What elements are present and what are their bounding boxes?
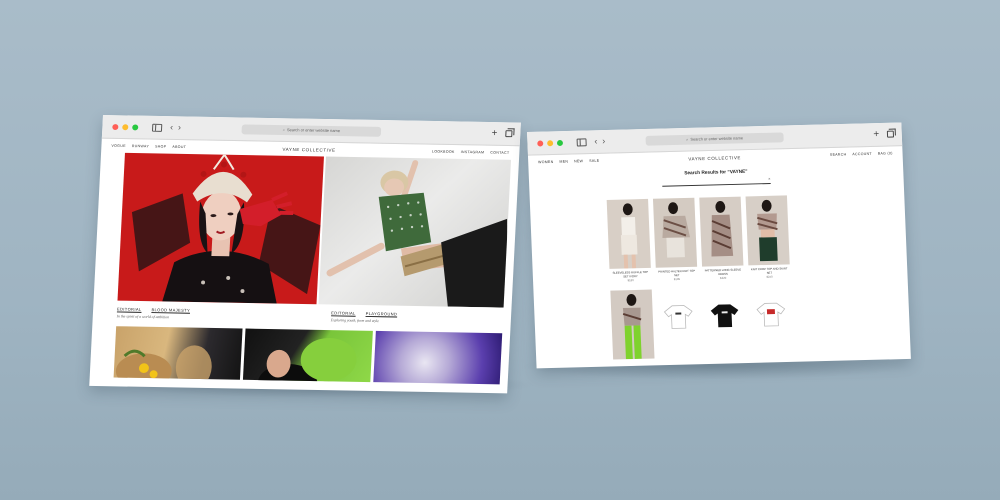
- product-card[interactable]: KNIT CROP TOP AND SKIRT SET $240: [745, 195, 791, 279]
- hero-image-red-editorial[interactable]: [117, 152, 325, 305]
- thumbnail-row: [90, 318, 511, 385]
- back-arrow-icon[interactable]: ‹: [594, 136, 597, 146]
- tab-overview-icon[interactable]: [886, 130, 895, 138]
- address-bar[interactable]: ⌕ Search or enter website name: [645, 131, 784, 146]
- product-card[interactable]: [749, 286, 793, 356]
- portrait-illustration: [131, 152, 321, 304]
- product-grid: SLEEVELESS RUFFLE TOP SET IVORY $180 PRI…: [606, 192, 911, 360]
- close-window-button[interactable]: [112, 123, 119, 130]
- tab-overview-icon[interactable]: [505, 130, 513, 138]
- nav-right-links: LOOKBOOK INSTAGRAM CONTACT: [432, 150, 510, 155]
- model-figure: [757, 199, 778, 262]
- model-illustration: [326, 160, 508, 308]
- black-tshirt-icon: [710, 304, 739, 328]
- site-logo[interactable]: VAYNE COLLECTIVE: [688, 155, 741, 161]
- window-controls: [537, 139, 564, 147]
- story-category-link[interactable]: EDITORIAL: [117, 307, 142, 312]
- site-logo[interactable]: VAYNE COLLECTIVE: [282, 146, 335, 152]
- new-tab-plus-icon[interactable]: +: [873, 129, 879, 140]
- forward-arrow-icon[interactable]: ›: [602, 136, 605, 146]
- window-controls: [112, 123, 139, 130]
- nav-link[interactable]: SEARCH: [830, 152, 847, 156]
- thumbnail-basket-image[interactable]: [113, 326, 243, 380]
- product-image[interactable]: [656, 288, 701, 345]
- search-icon: ⌕: [686, 136, 689, 142]
- nav-link[interactable]: WOMEN: [538, 160, 554, 164]
- thumbnail-purple-image[interactable]: [372, 330, 503, 385]
- search-results-title: Search Results for “VAYNE”: [684, 169, 748, 177]
- model-figure: [662, 202, 691, 258]
- green-fur-illustration: [258, 337, 357, 383]
- zoom-window-button[interactable]: [132, 123, 139, 130]
- sidebar-toggle-icon[interactable]: [151, 123, 163, 132]
- model-figure: [622, 294, 642, 360]
- white-graphic-tshirt-icon: [756, 302, 786, 327]
- white-tshirt-icon: [663, 305, 693, 330]
- product-price: $195: [673, 277, 681, 282]
- address-placeholder: Search or enter website name: [690, 135, 744, 142]
- product-image[interactable]: [606, 198, 651, 269]
- right-browser-window: ‹ › ⌕ Search or enter website name + WOM…: [527, 122, 911, 369]
- search-icon: ⌕: [282, 127, 286, 133]
- nav-link[interactable]: ACCOUNT: [852, 152, 872, 156]
- nav-link[interactable]: RUNWAY: [132, 144, 149, 148]
- model-figure: [620, 203, 638, 269]
- product-card[interactable]: [702, 287, 747, 357]
- sidebar-toggle-icon[interactable]: [576, 137, 587, 147]
- basket-illustration: [115, 345, 212, 380]
- zoom-window-button[interactable]: [556, 139, 564, 146]
- nav-link[interactable]: ABOUT: [172, 145, 186, 149]
- nav-link[interactable]: VOGUE: [111, 144, 126, 148]
- nav-link[interactable]: CONTACT: [490, 151, 509, 155]
- minimize-window-button[interactable]: [547, 139, 554, 146]
- product-image[interactable]: [702, 287, 747, 344]
- product-card[interactable]: [610, 289, 655, 360]
- product-image[interactable]: [652, 197, 698, 268]
- minimize-window-button[interactable]: [122, 123, 129, 130]
- nav-link[interactable]: LOOKBOOK: [432, 150, 455, 154]
- story-title-link[interactable]: BLOOD MAJESTY: [151, 307, 190, 313]
- product-price: $220: [720, 276, 727, 281]
- product-price: $180: [627, 278, 634, 283]
- forward-arrow-icon[interactable]: ›: [178, 122, 181, 132]
- product-image[interactable]: [749, 286, 793, 343]
- product-card[interactable]: PRINTED HALTER KNIT TOP SET $195: [652, 197, 698, 282]
- nav-link[interactable]: INSTAGRAM: [461, 150, 485, 154]
- hero-image-grey-editorial[interactable]: [318, 156, 512, 308]
- nav-link[interactable]: MEN: [559, 160, 568, 164]
- address-placeholder: Search or enter website name: [286, 127, 341, 134]
- product-card[interactable]: PATTERNED LONG SLEEVE DRESS $220: [699, 196, 744, 281]
- model-figure: [711, 201, 734, 257]
- nav-link[interactable]: SHOP: [155, 145, 167, 149]
- close-window-button[interactable]: [537, 139, 544, 147]
- nav-link[interactable]: NEW: [574, 159, 583, 163]
- nav-link[interactable]: SALE: [589, 159, 599, 163]
- nav-left-links: WOMEN MEN NEW SALE: [538, 159, 599, 164]
- product-image[interactable]: [610, 289, 655, 360]
- nav-right-links: SEARCH ACCOUNT BAG (0): [830, 151, 893, 157]
- story-title-link[interactable]: PLAYGROUND: [366, 311, 398, 316]
- product-image[interactable]: [699, 196, 744, 267]
- thumbnail-green-image[interactable]: [243, 328, 373, 383]
- back-arrow-icon[interactable]: ‹: [170, 122, 173, 132]
- mockup-scene: ‹ › ⌕ Search or enter website name + VOG…: [0, 0, 1000, 500]
- product-price: $240: [766, 274, 773, 279]
- new-tab-plus-icon[interactable]: +: [491, 128, 497, 139]
- address-bar[interactable]: ⌕ Search or enter website name: [241, 123, 382, 137]
- product-card[interactable]: [656, 288, 701, 359]
- product-card[interactable]: SLEEVELESS RUFFLE TOP SET IVORY $180: [606, 198, 652, 283]
- clear-search-icon[interactable]: ×: [768, 176, 771, 181]
- story-category-link[interactable]: EDITORIAL: [331, 310, 356, 315]
- search-input[interactable]: ×: [662, 176, 771, 187]
- product-image[interactable]: [745, 195, 790, 266]
- nav-left-links: VOGUE RUNWAY SHOP ABOUT: [111, 144, 186, 149]
- hero-row: [94, 152, 519, 308]
- left-browser-window: ‹ › ⌕ Search or enter website name + VOG…: [89, 115, 521, 394]
- nav-link[interactable]: BAG (0): [878, 151, 893, 155]
